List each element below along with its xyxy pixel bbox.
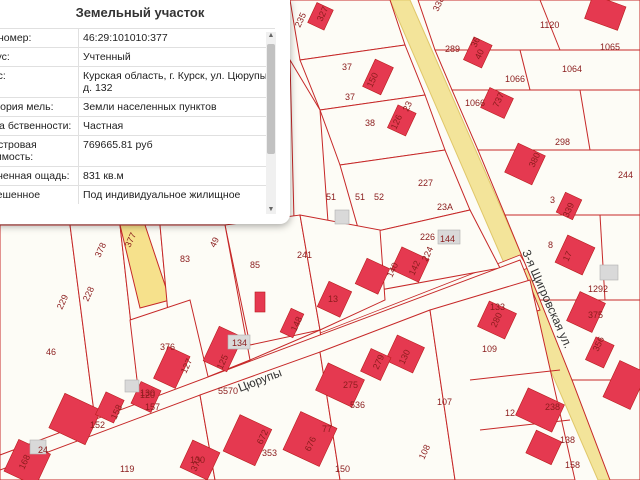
attr-row-category: тегория мель: Земли населенных пунктов (0, 97, 275, 116)
plot-number-label: 376 (160, 342, 175, 352)
attr-value: 831 кв.м (78, 167, 275, 185)
plot-number-label: 1120 (540, 20, 559, 30)
plot-number-label: 536 (350, 400, 365, 410)
plot-number-label: 109 (482, 344, 497, 354)
attr-row-address: рес: Курская область, г. Курск, ул. Цюруп… (0, 66, 275, 97)
plot-number-label: 23А (437, 202, 453, 212)
plot-number-label: 238 (545, 402, 560, 412)
plot-number-label: 144 (440, 234, 455, 244)
popup-attributes-table[interactable]: д. номер:46:29:101010:377 атус:Учтенный … (0, 28, 275, 216)
triangle-down-icon[interactable]: ▼ (267, 206, 275, 214)
plot-number-label: 241 (297, 250, 312, 260)
plot-number-label: 24 (38, 445, 48, 455)
plot-number-label: 37 (342, 62, 352, 72)
plot-number-label: 150 (335, 464, 350, 474)
plot-number-label: 298 (555, 137, 570, 147)
plot-number-label: 226 (420, 232, 435, 242)
plot-number-label: 83 (180, 254, 190, 264)
plot-number-label: 85 (250, 260, 260, 270)
plot-number-label: 120 (140, 390, 155, 400)
plot-number-label: 12 (505, 408, 515, 418)
plot-number-label: 289 (445, 44, 460, 54)
scroll-thumb[interactable] (267, 44, 275, 154)
attr-row-permitted-use: зрешенное Под индивидуальное жилищное (0, 185, 275, 204)
plot-number-label: 3 (550, 195, 555, 205)
plot-number-label: 8 (548, 240, 553, 250)
plot-number-label: 13 (328, 294, 338, 304)
popup-scrollbar[interactable]: ▲ ▼ (266, 32, 276, 214)
plot-number-label: 138 (560, 435, 575, 445)
attr-row-ownership: рма бственности: Частная (0, 116, 275, 135)
attr-key: рма бственности: (0, 120, 72, 132)
attr-row-area: очненная ощадь: 831 кв.м (0, 166, 275, 185)
parcel-info-popup: Земельный участок д. номер: 46:29:101010:… (0, 0, 290, 224)
plot-number-label: 52 (374, 192, 384, 202)
attr-value: 769665.81 руб (78, 136, 275, 166)
plot-number-label: 375 (588, 310, 603, 320)
plot-number-label: 1064 (562, 64, 582, 74)
attr-value: Частная (78, 117, 275, 135)
plot-number-label: 37 (345, 92, 355, 102)
plot-number-label: 158 (565, 460, 580, 470)
plot-number-label: 1066 (465, 98, 485, 108)
attr-key: дастровая оимость: (0, 139, 37, 163)
plot-number-label: 134 (232, 338, 247, 348)
attr-key: д. номер: (0, 32, 32, 44)
attr-key: рес: (0, 70, 6, 82)
attr-value: Земли населенных пунктов (78, 98, 275, 116)
plot-number-label: 244 (618, 170, 633, 180)
plot-number-label: 51 (326, 192, 336, 202)
attr-row-cad-value: дастровая оимость: 769665.81 руб (0, 135, 275, 166)
triangle-up-icon[interactable]: ▲ (267, 32, 275, 40)
attr-row-cad-number: д. номер: 46:29:101010:377 (0, 28, 275, 47)
popup-title: Земельный участок (75, 5, 205, 20)
attr-key: тегория мель: (0, 101, 54, 113)
plot-number-label: 275 (343, 380, 358, 390)
plot-number-label: 119 (120, 464, 134, 474)
plot-number-label: 1065 (600, 42, 620, 52)
plot-number-label: 38 (365, 118, 375, 128)
plot-number-label: 133 (490, 302, 505, 312)
plot-number-label: 77 (322, 424, 332, 434)
attr-value: Учтенный (78, 48, 275, 66)
plot-number-label: 1292 (588, 284, 608, 294)
plot-number-label: 227 (418, 178, 433, 188)
plot-number-label: 107 (437, 397, 452, 407)
plot-number-label: 51 (355, 192, 365, 202)
plot-number-label: 1066 (505, 74, 525, 84)
attr-key: очненная ощадь: (0, 170, 70, 182)
plot-number-label: 152 (90, 420, 105, 430)
plot-number-label: 353 (262, 448, 277, 458)
attr-value: Курская область, г. Курск, ул. Цюрупы, д… (78, 67, 275, 97)
plot-number-label: 157 (145, 402, 160, 412)
attr-key: атус: (0, 51, 10, 63)
attr-value: 46:29:101010:377 (78, 29, 275, 47)
plot-number-label: 46 (46, 347, 56, 357)
attr-value: Под индивидуальное жилищное (78, 186, 275, 204)
attr-row-status: атус: Учтенный (0, 47, 275, 66)
plot-number-label: 5570 (218, 386, 238, 396)
attr-key: зрешенное (0, 189, 41, 201)
